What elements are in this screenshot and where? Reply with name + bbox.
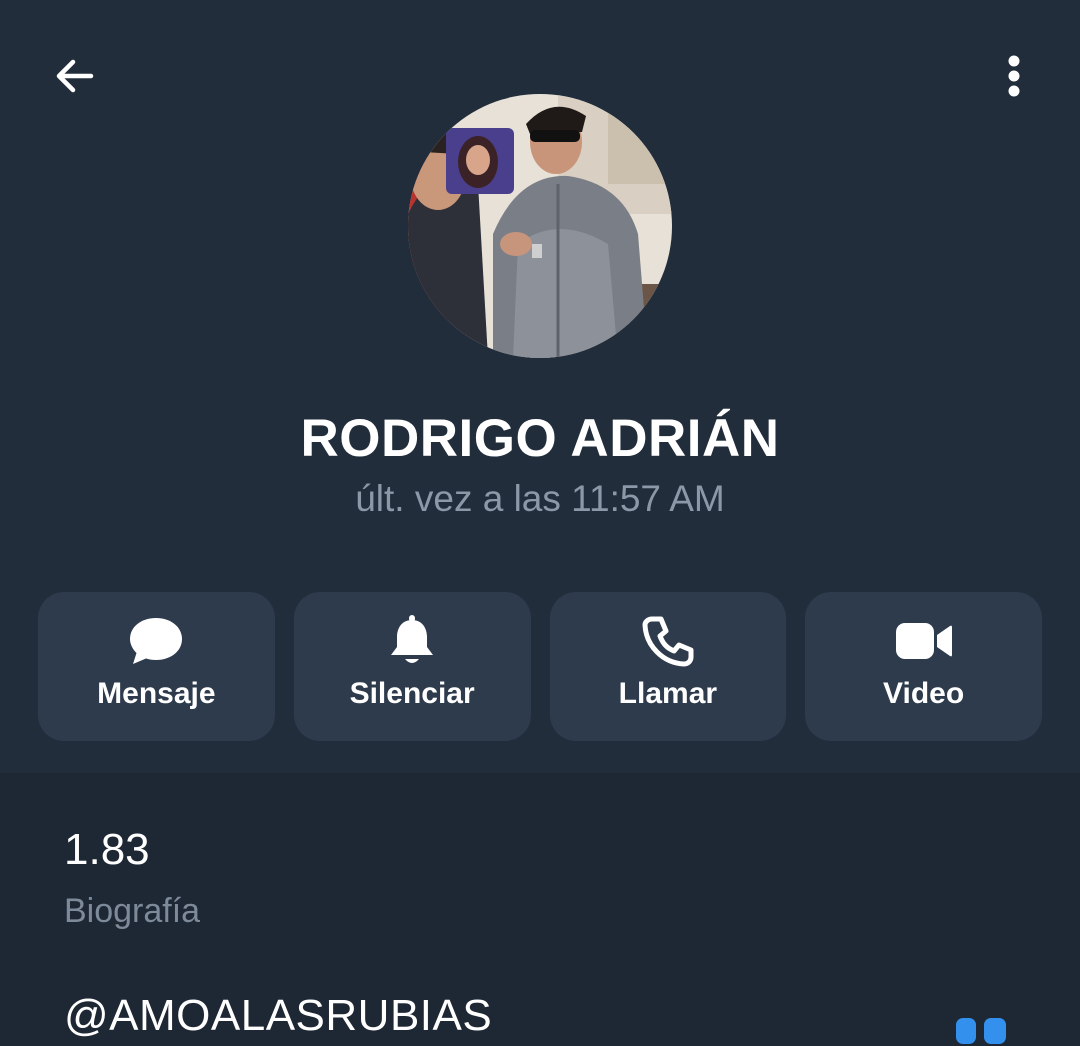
- message-button-label: Mensaje: [97, 677, 216, 710]
- message-button[interactable]: Mensaje: [38, 592, 275, 741]
- qr-code-icon[interactable]: [952, 1016, 1010, 1046]
- video-call-button-label: Video: [883, 677, 965, 710]
- chat-bubble-icon: [125, 610, 187, 672]
- video-call-button[interactable]: Video: [805, 592, 1042, 741]
- mute-button[interactable]: Silenciar: [293, 592, 531, 741]
- call-button-label: Llamar: [618, 677, 718, 710]
- arrow-left-icon: [56, 59, 94, 93]
- more-options-button[interactable]: [984, 44, 1044, 108]
- profile-avatar[interactable]: [408, 94, 672, 358]
- avatar-photo: [408, 94, 672, 358]
- profile-header: RODRIGO ADRIÁN últ. vez a las 11:57 AM M…: [0, 0, 1080, 773]
- last-seen-status: últ. vez a las 11:57 AM: [355, 478, 725, 519]
- bio-value[interactable]: 1.83: [64, 822, 150, 878]
- profile-actions: Mensaje Silenciar Llamar Video: [38, 592, 1042, 741]
- bio-label: Biografía: [64, 892, 201, 930]
- bell-icon: [381, 610, 443, 672]
- video-camera-icon: [893, 610, 955, 672]
- mute-button-label: Silenciar: [349, 677, 475, 710]
- profile-name: RODRIGO ADRIÁN: [300, 409, 780, 468]
- phone-icon: [637, 610, 699, 672]
- username-text[interactable]: @AMOALASRUBIAS: [64, 988, 492, 1044]
- call-button[interactable]: Llamar: [549, 592, 787, 741]
- back-button[interactable]: [40, 44, 110, 108]
- more-vertical-icon: [1008, 55, 1020, 97]
